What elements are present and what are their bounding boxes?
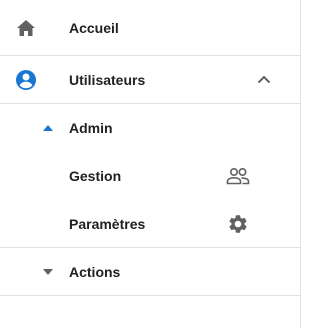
account-circle-icon: [15, 69, 37, 91]
caret-down-icon: [40, 264, 56, 280]
nav-item-admin[interactable]: Admin: [0, 104, 300, 152]
nav-item-parametres[interactable]: Paramètres: [0, 200, 300, 248]
caret-up-icon: [40, 120, 56, 136]
nav-item-gestion[interactable]: Gestion: [0, 152, 300, 200]
people-outline-icon: [226, 164, 250, 188]
gear-icon: [226, 212, 250, 236]
nav-item-label: Paramètres: [69, 215, 146, 232]
nav-item-label: Utilisateurs: [69, 71, 146, 88]
nav-item-accueil[interactable]: Accueil: [0, 0, 300, 56]
home-icon: [15, 17, 37, 39]
nav-item-actions[interactable]: Actions: [0, 248, 300, 296]
nav-item-label: Gestion: [69, 168, 122, 184]
nav-item-label: Accueil: [69, 19, 119, 36]
nav-item-label: Admin: [69, 120, 113, 136]
nav-item-label: Actions: [69, 263, 121, 280]
chevron-up-icon[interactable]: [252, 68, 276, 92]
side-navigation: Accueil Utilisateurs Admin Gestion Param…: [0, 0, 301, 328]
nav-item-utilisateurs[interactable]: Utilisateurs: [0, 56, 300, 104]
